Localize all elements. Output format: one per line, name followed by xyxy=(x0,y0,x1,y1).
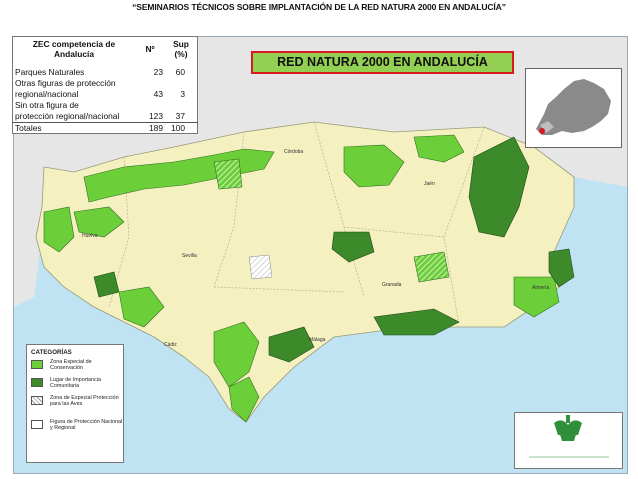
page-title: “SEMINARIOS TÉCNICOS SOBRE IMPLANTACIÓN … xyxy=(132,2,506,12)
city-almeria: Almería xyxy=(532,285,550,291)
zepa-hatched-3 xyxy=(248,254,273,280)
table-header-label: ZEC competencia de Andalucía xyxy=(32,39,116,59)
zepa-hatched-2 xyxy=(413,251,450,283)
europe-locator-inset xyxy=(525,68,622,148)
row-n: 123 xyxy=(149,111,163,121)
row-n: 23 xyxy=(153,67,163,77)
city-granada: Granada xyxy=(382,282,402,288)
table-row: Otras figuras de protección xyxy=(13,78,198,89)
legend-label: Lugar de Importancia Comunitaria xyxy=(50,377,101,390)
total-sup: 100 xyxy=(165,122,198,134)
row-sup: 3 xyxy=(180,89,185,99)
city-huelva: Huelva xyxy=(82,233,98,239)
table-row: protección regional/nacional 123 37 xyxy=(13,111,198,123)
europe-locator-map xyxy=(526,69,621,147)
total-label: Totales xyxy=(12,122,135,134)
stats-table: ZEC competencia de Andalucía Nº Sup (%) … xyxy=(12,36,198,134)
row-label-1: Otras figuras de protección xyxy=(15,78,116,88)
legend-item-zec: Zona Especial de Conservación xyxy=(31,358,123,376)
legend-item-figura: Figura de Protección Nacional y Regional xyxy=(31,418,123,436)
legend-swatch xyxy=(31,378,43,387)
row-label: Parques Naturales xyxy=(15,67,85,77)
table-total-row: Totales 189 100 xyxy=(12,122,198,134)
map-banner-title: RED NATURA 2000 EN ANDALUCÍA xyxy=(251,51,514,74)
row-label-1: Sin otra figura de xyxy=(15,100,79,110)
row-label-2: regional/nacional xyxy=(15,89,79,99)
row-sup: 37 xyxy=(175,111,185,121)
junta-logo-box xyxy=(514,412,623,469)
legend-label: Zona de Especial Protección para las Ave… xyxy=(50,395,119,408)
city-jaen: Jaén xyxy=(424,181,435,187)
legend-swatch xyxy=(31,360,43,369)
table-header-sup: Sup (%) xyxy=(173,39,189,59)
zepa-hatched-1 xyxy=(213,158,243,190)
city-cordoba: Córdoba xyxy=(284,149,304,155)
row-sup: 60 xyxy=(175,67,185,77)
legend-label: Figura de Protección Nacional y Regional xyxy=(50,419,123,432)
row-n: 43 xyxy=(153,89,163,99)
city-cadiz: Cádiz xyxy=(164,342,177,348)
row-label-2: protección regional/nacional xyxy=(15,111,120,121)
table-row: regional/nacional 43 3 xyxy=(13,89,198,100)
city-sevilla: Sevilla xyxy=(182,253,197,259)
city-malaga: Málaga xyxy=(309,337,326,343)
table-header-n: Nº xyxy=(145,44,155,54)
legend-label: Zona Especial de Conservación xyxy=(50,359,92,372)
legend-item-lic: Lugar de Importancia Comunitaria xyxy=(31,376,123,394)
table-row: Sin otra figura de xyxy=(13,100,198,111)
andalucia-locator-dot xyxy=(539,128,545,134)
table-row: Parques Naturales 23 60 xyxy=(13,67,198,78)
legend-swatch xyxy=(31,420,43,429)
legend-title: CATEGORÍAS xyxy=(31,349,72,356)
legend-swatch xyxy=(31,396,43,405)
legend-item-zepa: Zona de Especial Protección para las Ave… xyxy=(31,394,123,418)
total-n: 189 xyxy=(135,122,165,134)
junta-de-andalucia-logo xyxy=(529,415,609,458)
map-legend: CATEGORÍAS Zona Especial de Conservación… xyxy=(26,344,124,463)
